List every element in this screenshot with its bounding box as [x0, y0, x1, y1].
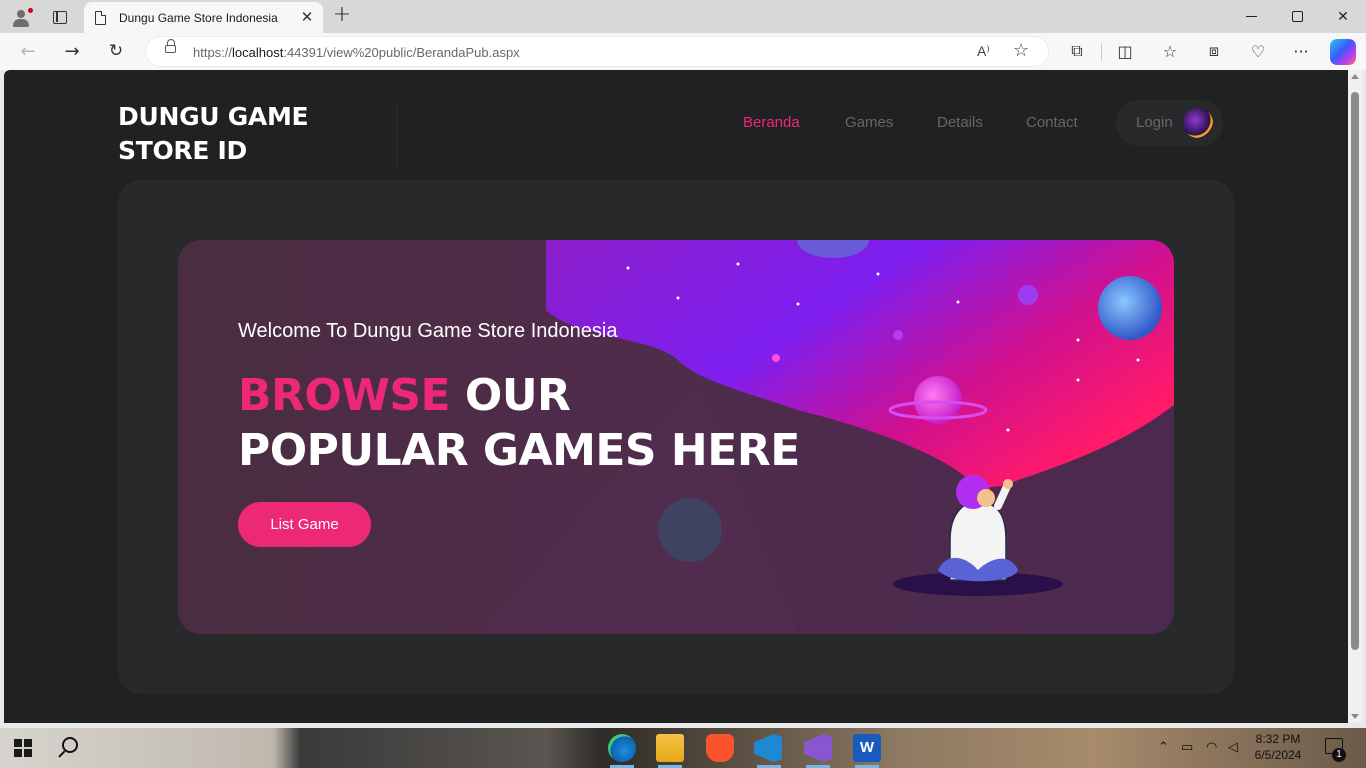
brave-icon[interactable] [706, 734, 734, 762]
close-tab-icon[interactable]: ✕ [299, 9, 315, 25]
welcome-text: Welcome To Dungu Game Store Indonesia [238, 320, 618, 342]
web-page: DUNGU GAME STORE ID Beranda Games Detail… [4, 70, 1348, 723]
network-icon[interactable]: ◠ [1206, 740, 1217, 755]
tab-actions-icon[interactable] [48, 5, 72, 29]
more-options-icon[interactable]: ··· [1288, 38, 1314, 64]
hero-banner: Welcome To Dungu Game Store Indonesia BR… [178, 240, 1174, 634]
start-icon[interactable] [14, 739, 32, 757]
browser-tab[interactable]: Dungu Game Store Indonesia ✕ [84, 2, 323, 33]
chevron-up-icon[interactable]: ⌃ [1158, 740, 1169, 755]
forward-button[interactable]: → [57, 37, 87, 65]
window-edge [1362, 70, 1366, 728]
restore-button[interactable] [1274, 0, 1320, 33]
minimize-button[interactable] [1228, 0, 1274, 33]
header-divider [396, 102, 397, 168]
login-label: Login [1136, 114, 1173, 131]
system-clock[interactable]: 8:32 PM 6/5/2024 [1248, 731, 1308, 763]
copilot-icon[interactable] [1330, 39, 1356, 65]
search-icon[interactable] [62, 737, 78, 753]
nav-details[interactable]: Details [937, 114, 983, 131]
list-game-button[interactable]: List Game [238, 502, 371, 547]
notification-badge: 1 [1332, 748, 1346, 762]
scroll-up-icon[interactable] [1351, 74, 1359, 79]
battery-icon[interactable]: ▭ [1181, 740, 1193, 755]
clock-time: 8:32 PM [1255, 732, 1301, 746]
clock-date: 6/5/2024 [1254, 748, 1302, 762]
reload-button[interactable]: ↻ [101, 37, 131, 65]
read-aloud-icon[interactable]: A⁾ [977, 43, 990, 60]
headline-rest: OUR [450, 370, 571, 421]
word-icon[interactable]: W [853, 734, 881, 762]
volume-icon[interactable]: ◁ [1228, 740, 1238, 755]
lock-icon[interactable] [165, 39, 176, 53]
collections-icon[interactable]: ⧈ [1201, 38, 1227, 64]
profile-icon[interactable] [9, 5, 34, 29]
file-explorer-icon[interactable] [656, 734, 684, 762]
login-button[interactable]: Login [1116, 100, 1223, 146]
browser-essentials-icon[interactable]: ♡ [1245, 38, 1271, 64]
main-content-panel: Welcome To Dungu Game Store Indonesia BR… [118, 180, 1234, 694]
address-toolbar: ← → ↻ https://localhost:44391/view%20pub… [0, 33, 1366, 70]
split-screen-icon[interactable]: ◫ [1112, 38, 1138, 64]
favorite-star-icon[interactable]: ☆ [1013, 40, 1029, 61]
address-input[interactable]: https://localhost:44391/view%20public/Be… [145, 36, 1049, 67]
windows-taskbar: W ⌃ ▭ ◠ ◁ 8:32 PM 6/5/2024 1 [0, 728, 1366, 768]
scroll-down-icon[interactable] [1351, 714, 1359, 719]
edge-icon[interactable] [608, 734, 636, 762]
visual-studio-icon[interactable] [804, 734, 832, 762]
headline-highlight: BROWSE [238, 370, 451, 421]
scroll-thumb[interactable] [1351, 92, 1359, 650]
extensions-icon[interactable]: ⧉ [1064, 38, 1090, 64]
page-scrollbar[interactable] [1348, 70, 1362, 723]
nav-contact[interactable]: Contact [1026, 114, 1078, 131]
page-icon [95, 10, 106, 25]
nav-beranda[interactable]: Beranda [743, 114, 800, 131]
close-window-button[interactable]: ✕ [1320, 0, 1366, 33]
new-tab-button[interactable]: + [330, 4, 354, 28]
headline-line-2: POPULAR GAMES HERE [238, 425, 800, 476]
url-text: https://localhost:44391/view%20public/Be… [193, 45, 520, 60]
site-logo[interactable]: DUNGU GAME STORE ID [118, 100, 358, 168]
nav-games[interactable]: Games [845, 114, 893, 131]
back-button[interactable]: ← [13, 37, 43, 65]
vscode-icon[interactable] [754, 734, 782, 762]
favorites-icon[interactable]: ☆ [1157, 38, 1183, 64]
avatar [1183, 108, 1213, 138]
browser-tab-bar: Dungu Game Store Indonesia ✕ + ✕ [0, 0, 1366, 33]
toolbar-divider [1101, 43, 1102, 61]
tab-title: Dungu Game Store Indonesia [119, 10, 278, 25]
hero-headline: BROWSE OUR POPULAR GAMES HERE [238, 368, 800, 478]
